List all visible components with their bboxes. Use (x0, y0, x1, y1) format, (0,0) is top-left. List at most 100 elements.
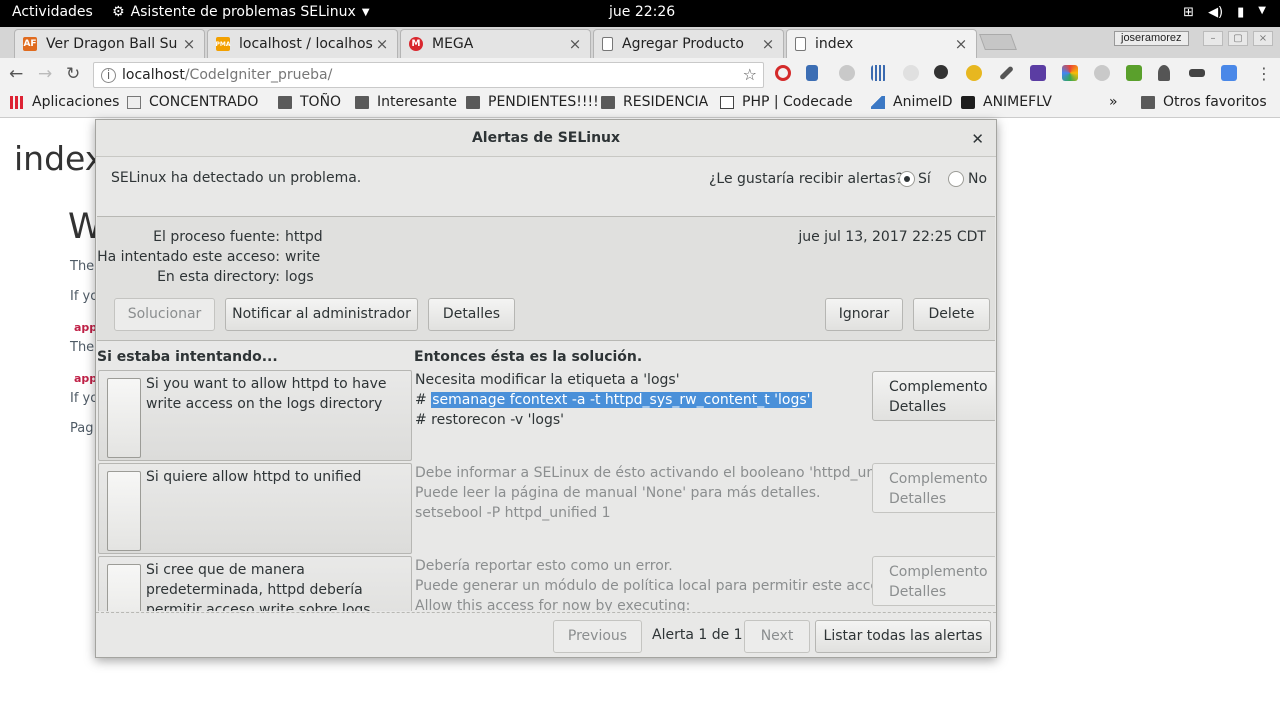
plugin-details-button[interactable]: Complemento Detalles (872, 463, 995, 513)
profile-button[interactable]: joseramorez (1114, 31, 1189, 46)
extension-icon[interactable] (839, 65, 855, 81)
alert-counter: Alerta 1 de 1 (652, 627, 743, 643)
menu-kebab-icon[interactable]: ⋮ (1256, 64, 1272, 83)
dialog-footer: Previous Alerta 1 de 1 Next Listar todas… (96, 612, 996, 658)
plugin-solution-line: Debería reportar esto como un error. (415, 558, 673, 574)
source-process-label: El proceso fuente: (153, 229, 280, 245)
maximize-icon[interactable]: ▢ (1228, 31, 1248, 46)
tab-agregar-producto[interactable]: Agregar Producto × (593, 29, 784, 58)
plugin-toggle[interactable] (107, 471, 141, 551)
list-all-alerts-button[interactable]: Listar todas las alertas (815, 620, 991, 653)
page-heading: index (14, 139, 105, 178)
tab-title: index (815, 36, 854, 52)
app-menu[interactable]: ⚙ Asistente de problemas SELinux ▼ (112, 4, 370, 20)
translate-icon[interactable] (1221, 65, 1237, 81)
tab-index[interactable]: index × (786, 29, 977, 58)
next-button[interactable]: Next (744, 620, 810, 653)
minimize-icon[interactable]: – (1203, 31, 1223, 46)
bookmark-concentrado[interactable]: CONCENTRADO (127, 94, 261, 110)
page-text: The (70, 340, 95, 355)
plugin-details-button[interactable]: Complemento Detalles (872, 371, 995, 421)
check-extension-icon[interactable] (903, 65, 919, 81)
idea-extension-icon[interactable] (1158, 65, 1170, 81)
network-icon: ⊞ (1183, 5, 1195, 20)
bulb-extension-icon[interactable] (966, 65, 982, 81)
download-icon[interactable] (806, 65, 818, 81)
bookmark-interesante[interactable]: Interesante (355, 94, 457, 110)
activities-button[interactable]: Actividades (12, 4, 93, 20)
detected-message: SELinux ha detectado un problema. (111, 170, 362, 186)
ignore-button[interactable]: Ignorar (825, 298, 903, 331)
delete-button[interactable]: Delete (913, 298, 990, 331)
app-menu-label: Asistente de problemas SELinux (130, 4, 356, 20)
close-tab-icon[interactable]: × (952, 35, 970, 53)
close-tab-icon[interactable]: × (759, 35, 777, 53)
alerts-yes-radio[interactable] (899, 171, 915, 187)
info-icon[interactable]: i (101, 67, 116, 83)
mask-extension-icon[interactable] (1189, 69, 1205, 77)
android-extension-icon[interactable] (1126, 65, 1142, 81)
plugin-solution-line: Allow this access for now by executing: (415, 598, 691, 611)
bookmark-star-icon[interactable]: ☆ (743, 65, 757, 84)
plugin-button-label: Detalles (889, 399, 947, 415)
opera-icon[interactable] (775, 65, 791, 81)
bookmark-apps[interactable]: Aplicaciones (10, 94, 119, 110)
bookmark-label: PENDIENTES!!!! (488, 94, 599, 110)
mega-icon: M (409, 37, 423, 51)
close-window-icon[interactable]: × (1253, 31, 1273, 46)
swirl-extension-icon[interactable] (1094, 65, 1110, 81)
bookmark-tono[interactable]: TOÑO (278, 94, 341, 110)
eyedropper-icon[interactable] (999, 65, 1014, 81)
apps-grid-icon (10, 95, 24, 109)
tab-phpmyadmin[interactable]: PMA localhost / localhos × (207, 29, 398, 58)
close-icon[interactable]: ✕ (971, 130, 984, 148)
bookmark-label: Otros favoritos (1163, 94, 1267, 110)
notify-admin-button[interactable]: Notificar al administrador (225, 298, 418, 331)
directory-label: En esta directory: (157, 269, 280, 285)
bookmark-codecademy[interactable]: PHP | Codecade (720, 94, 856, 110)
bookmark-residencia[interactable]: RESIDENCIA (601, 94, 708, 110)
bootstrap-extension-icon[interactable] (1030, 65, 1046, 81)
forward-icon[interactable]: → (38, 64, 52, 84)
bookmark-pendientes[interactable]: PENDIENTES!!!! (466, 94, 599, 110)
pinwheel-extension-icon[interactable] (1062, 65, 1078, 81)
plugin-toggle[interactable] (107, 378, 141, 458)
alerts-no-label: No (968, 171, 988, 187)
reload-icon[interactable]: ↻ (66, 64, 80, 84)
plugin-option[interactable]: Si cree que de manera predeterminada, ht… (98, 556, 412, 611)
gnome-top-bar: Actividades ⚙ Asistente de problemas SEL… (0, 0, 1280, 27)
bookmark-animeid[interactable]: AnimeID (871, 94, 953, 110)
plugin-solution-line: setsebool -P httpd_unified 1 (415, 505, 611, 521)
bookmarks-overflow-button[interactable]: » (1109, 94, 1118, 110)
plugin-details-button[interactable]: Complemento Detalles (872, 556, 995, 606)
bookmark-otros-favoritos[interactable]: Otros favoritos (1141, 94, 1267, 110)
plugin-option[interactable]: Si you want to allow httpd to have write… (98, 370, 412, 461)
tab-title: Ver Dragon Ball Su (46, 36, 178, 52)
solve-button[interactable]: Solucionar (114, 298, 215, 331)
details-button[interactable]: Detalles (428, 298, 515, 331)
settings-gear-icon[interactable] (934, 65, 948, 79)
close-tab-icon[interactable]: × (180, 35, 198, 53)
plugin-toggle[interactable] (107, 564, 141, 611)
alerts-yes-label: Sí (918, 171, 931, 187)
new-tab-button[interactable] (979, 34, 1017, 50)
tab-dragon-ball[interactable]: AF Ver Dragon Ball Su × (14, 29, 205, 58)
page-text: Pag (70, 421, 94, 436)
bookmarks-bar: Aplicaciones CONCENTRADO TOÑO Interesant… (0, 91, 1280, 118)
tab-mega[interactable]: M MEGA × (400, 29, 591, 58)
url-bar[interactable]: i localhost /CodeIgniter_prueba/ ☆ (93, 62, 764, 88)
bookmark-animeflv[interactable]: ANIMEFLV (961, 94, 1052, 110)
close-tab-icon[interactable]: × (373, 35, 391, 53)
clock[interactable]: jue 22:26 (609, 4, 675, 20)
bookmark-label: RESIDENCIA (623, 94, 709, 110)
back-icon[interactable]: ← (9, 64, 23, 84)
previous-button[interactable]: Previous (553, 620, 642, 653)
grid-extension-icon[interactable] (871, 65, 887, 81)
alerts-no-radio[interactable] (948, 171, 964, 187)
access-label: Ha intentado este acceso: (97, 249, 280, 265)
plugin-list[interactable]: Si you want to allow httpd to have write… (97, 370, 995, 611)
plugin-option[interactable]: Si quiere allow httpd to unified (98, 463, 412, 554)
system-menu[interactable]: ⊞ ◀) ▮ ▼ (1183, 5, 1266, 20)
animeflv-icon: AF (23, 37, 37, 51)
close-tab-icon[interactable]: × (566, 35, 584, 53)
